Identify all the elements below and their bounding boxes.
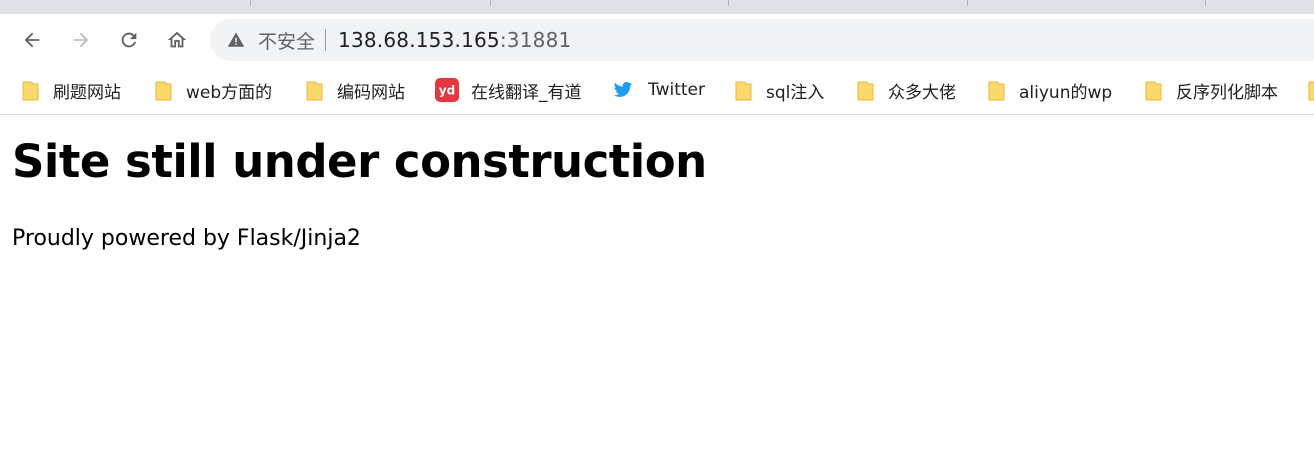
svg-text:yd: yd: [439, 84, 455, 98]
folder-icon: [155, 81, 172, 100]
bookmark-overflow-folder[interactable]: [1308, 76, 1314, 104]
address-bar[interactable]: 不安全 138.68.153.165:31881: [210, 19, 1314, 61]
folder-icon: [735, 81, 752, 100]
page-content: Site still under construction Proudly po…: [12, 117, 707, 251]
url-text[interactable]: 138.68.153.165:31881: [338, 28, 571, 52]
tab-separator: [1205, 0, 1206, 6]
folder-icon: [1308, 81, 1314, 100]
bookmark-label: 编码网站: [337, 82, 405, 103]
home-button[interactable]: [161, 24, 193, 56]
bookmark-label: 刷题网站: [53, 82, 121, 103]
bookmark-item[interactable]: web方面的: [155, 76, 272, 104]
bookmark-item[interactable]: Twitter: [612, 76, 705, 104]
bookmark-label: sql注入: [766, 82, 825, 103]
forward-button[interactable]: [65, 24, 97, 56]
url-port: :31881: [499, 28, 572, 52]
address-divider: [325, 29, 327, 51]
not-secure-warning-icon[interactable]: [226, 30, 246, 50]
page-heading: Site still under construction: [12, 135, 707, 188]
folder-icon: [22, 81, 39, 100]
bookmark-label: 在线翻译_有道: [471, 82, 582, 103]
folder-icon: [1145, 81, 1162, 100]
bookmark-item[interactable]: 众多大佬: [857, 76, 956, 104]
bookmark-item[interactable]: 编码网站: [306, 76, 405, 104]
folder-icon: [306, 81, 323, 100]
reload-button[interactable]: [113, 24, 145, 56]
bookmark-label: Twitter: [648, 80, 705, 100]
bookmarks-bar: 刷题网站 web方面的 编码网站 yd 在线翻译_有道 Twitter sql注…: [0, 66, 1314, 115]
back-button[interactable]: [16, 24, 48, 56]
bookmark-item[interactable]: yd 在线翻译_有道: [435, 76, 582, 104]
folder-icon: [988, 81, 1005, 100]
bookmark-item[interactable]: aliyun的wp: [988, 76, 1112, 104]
tab-separator: [728, 0, 729, 6]
bookmark-label: 反序列化脚本: [1176, 82, 1278, 103]
tab-separator: [490, 0, 491, 6]
home-icon: [167, 31, 187, 48]
bookmark-label: aliyun的wp: [1019, 82, 1113, 103]
bookmark-item[interactable]: sql注入: [735, 76, 824, 104]
bookmark-label: 众多大佬: [888, 82, 956, 103]
bookmark-item[interactable]: 反序列化脚本: [1145, 76, 1278, 104]
page-subtitle: Proudly powered by Flask/Jinja2: [12, 226, 361, 251]
back-arrow-icon: [24, 32, 40, 48]
tab-separator: [250, 0, 251, 6]
youdao-icon: yd: [435, 78, 459, 102]
browser-toolbar: 不安全 138.68.153.165:31881: [0, 14, 1314, 66]
reload-icon: [121, 32, 137, 48]
twitter-icon: [613, 82, 633, 97]
forward-arrow-icon: [73, 32, 89, 48]
bookmark-item[interactable]: 刷题网站: [22, 76, 121, 104]
folder-icon: [857, 81, 874, 100]
security-status-label[interactable]: 不安全: [258, 27, 315, 54]
bookmark-label: web方面的: [186, 82, 273, 103]
tab-separator: [967, 0, 968, 6]
tab-strip: [0, 0, 1314, 14]
url-host: 138.68.153.165: [338, 28, 500, 52]
